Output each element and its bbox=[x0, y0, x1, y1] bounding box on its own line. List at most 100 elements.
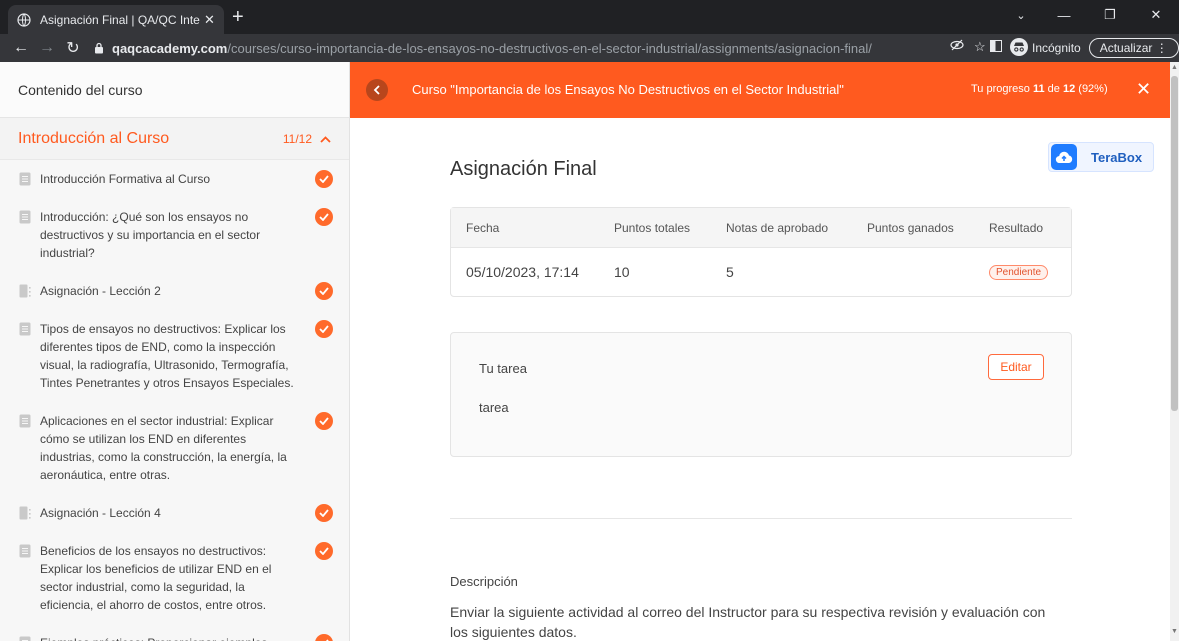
task-text: tarea bbox=[479, 400, 509, 415]
incognito-indicator[interactable]: Incógnito bbox=[1010, 37, 1081, 59]
check-complete-icon bbox=[315, 634, 333, 641]
lesson-item[interactable]: Asignación - Lección 2 bbox=[0, 272, 349, 310]
table-row: 05/10/2023, 17:14 10 5 Pendiente bbox=[451, 248, 1071, 296]
lesson-label: Introducción Formativa al Curso bbox=[40, 172, 211, 186]
progress-total: 12 bbox=[1062, 83, 1076, 95]
sidebar-header: Contenido del curso bbox=[0, 62, 349, 118]
lesson-label: Tipos de ensayos no destructivos: Explic… bbox=[40, 322, 294, 390]
document-icon bbox=[19, 322, 31, 336]
lock-icon bbox=[92, 41, 106, 55]
section-header[interactable]: Introducción al Curso 11/12 bbox=[0, 118, 349, 160]
chevron-up-icon[interactable] bbox=[320, 132, 331, 146]
tab-search-icon[interactable]: ⌄ bbox=[1001, 0, 1041, 30]
more-menu-icon: ⋮ bbox=[1155, 41, 1168, 55]
check-complete-icon bbox=[315, 170, 333, 188]
terabox-button[interactable]: TeraBox bbox=[1048, 142, 1154, 172]
progress-percent: (92%) bbox=[1075, 83, 1108, 95]
minimize-icon[interactable]: — bbox=[1041, 0, 1087, 30]
scroll-up-icon[interactable]: ▲ bbox=[1171, 64, 1178, 71]
lesson-label: Asignación - Lección 2 bbox=[40, 284, 161, 298]
course-sidebar: Contenido del curso Introducción al Curs… bbox=[0, 62, 350, 641]
divider bbox=[450, 518, 1072, 519]
check-complete-icon bbox=[315, 504, 333, 522]
results-table: Fecha Puntos totales Notas de aprobado P… bbox=[450, 207, 1072, 297]
course-progress: Tu progreso 11 de 12 (92%) bbox=[971, 83, 1108, 95]
tab-close-icon[interactable]: ✕ bbox=[204, 12, 215, 28]
window-controls: ⌄ — ❐ ✕ bbox=[1001, 0, 1179, 34]
lesson-item[interactable]: Ejemplos prácticos: Proporcionar ejemplo… bbox=[0, 624, 349, 641]
lesson-label: Introducción: ¿Qué son los ensayos no de… bbox=[40, 210, 261, 260]
browser-tab-bar: Asignación Final | QA/QC Internacional ✕… bbox=[0, 0, 1179, 34]
page-scrollbar[interactable]: ▲ ▼ bbox=[1170, 62, 1179, 641]
description-text: Enviar la siguiente actividad al correo … bbox=[450, 604, 1046, 640]
check-complete-icon bbox=[315, 208, 333, 226]
back-arrow-icon[interactable]: ← bbox=[8, 35, 34, 61]
check-complete-icon bbox=[315, 412, 333, 430]
column-header-notas-aprobado: Notas de aprobado bbox=[726, 220, 829, 235]
course-topbar: Curso "Importancia de los Ensayos No Des… bbox=[350, 62, 1170, 118]
lesson-label: Aplicaciones en el sector industrial: Ex… bbox=[40, 414, 287, 482]
edit-button[interactable]: Editar bbox=[988, 354, 1044, 380]
status-badge: Pendiente bbox=[989, 264, 1049, 280]
main-content: Curso "Importancia de los Ensayos No Des… bbox=[350, 62, 1170, 641]
cell-fecha: 05/10/2023, 17:14 bbox=[466, 264, 579, 280]
column-header-resultado: Resultado bbox=[989, 220, 1044, 235]
scrollbar-thumb[interactable] bbox=[1171, 76, 1178, 411]
update-browser-button[interactable]: Actualizar ⋮ bbox=[1088, 38, 1179, 58]
cell-puntos-totales: 10 bbox=[614, 264, 630, 280]
cloud-upload-icon bbox=[1051, 144, 1077, 170]
lesson-item[interactable]: Aplicaciones en el sector industrial: Ex… bbox=[0, 402, 349, 494]
lesson-label: Ejemplos prácticos: Proporcionar ejemplo… bbox=[40, 636, 267, 641]
table-header: Fecha Puntos totales Notas de aprobado P… bbox=[451, 208, 1071, 248]
browser-tab[interactable]: Asignación Final | QA/QC Internacional ✕ bbox=[8, 5, 224, 34]
update-label: Actualizar bbox=[1099, 41, 1153, 55]
address-bar[interactable]: qaqcacademy.com/courses/curso-importanci… bbox=[92, 37, 980, 59]
progress-prefix: Tu progreso bbox=[971, 83, 1033, 95]
omnibox-icons: ☆ bbox=[950, 38, 986, 55]
task-box: Tu tarea tarea Editar bbox=[450, 332, 1072, 457]
document-icon bbox=[19, 414, 31, 428]
tab-title: Asignación Final | QA/QC Internacional bbox=[40, 12, 200, 27]
lesson-item[interactable]: Asignación - Lección 4 bbox=[0, 494, 349, 532]
course-title: Curso "Importancia de los Ensayos No Des… bbox=[412, 82, 844, 97]
tracking-protection-icon[interactable] bbox=[950, 38, 964, 55]
side-panel-icon[interactable] bbox=[990, 39, 1002, 57]
assignment-icon bbox=[19, 506, 31, 520]
document-icon bbox=[19, 636, 31, 641]
page-title: Asignación Final bbox=[450, 158, 597, 180]
globe-icon bbox=[16, 12, 32, 28]
close-course-icon[interactable]: ✕ bbox=[1136, 79, 1151, 100]
check-complete-icon bbox=[315, 320, 333, 338]
lesson-item[interactable]: Introducción: ¿Qué son los ensayos no de… bbox=[0, 198, 349, 272]
document-icon bbox=[19, 544, 31, 558]
forward-arrow-icon[interactable]: → bbox=[34, 35, 60, 61]
document-icon bbox=[19, 172, 31, 186]
lesson-item[interactable]: Introducción Formativa al Curso bbox=[0, 160, 349, 198]
reload-icon[interactable]: ↻ bbox=[60, 35, 86, 61]
lesson-item[interactable]: Tipos de ensayos no destructivos: Explic… bbox=[0, 310, 349, 402]
back-chevron-icon[interactable] bbox=[366, 79, 388, 101]
window-close-icon[interactable]: ✕ bbox=[1133, 0, 1179, 30]
new-tab-button[interactable]: + bbox=[232, 7, 244, 27]
lesson-label: Beneficios de los ensayos no destructivo… bbox=[40, 544, 272, 612]
restore-icon[interactable]: ❐ bbox=[1087, 0, 1133, 30]
progress-done: 11 bbox=[1032, 83, 1045, 95]
bookmark-star-icon[interactable]: ☆ bbox=[974, 39, 986, 55]
assignment-icon bbox=[19, 284, 31, 298]
browser-toolbar: ← → ↻ qaqcacademy.com/courses/curso-impo… bbox=[0, 34, 1179, 62]
scroll-down-icon[interactable]: ▼ bbox=[1171, 628, 1178, 635]
check-complete-icon bbox=[315, 282, 333, 300]
lesson-label: Asignación - Lección 4 bbox=[40, 506, 161, 520]
lesson-list: Introducción Formativa al Curso Introducc… bbox=[0, 160, 349, 641]
url-text: qaqcacademy.com/courses/curso-importanci… bbox=[112, 40, 872, 56]
check-complete-icon bbox=[315, 542, 333, 560]
lesson-item[interactable]: Beneficios de los ensayos no destructivo… bbox=[0, 532, 349, 624]
section-count: 11/12 bbox=[282, 131, 312, 146]
column-header-puntos-ganados: Puntos ganados bbox=[867, 220, 954, 235]
column-header-puntos-totales: Puntos totales bbox=[614, 220, 691, 235]
description-label: Descripción bbox=[450, 574, 518, 589]
section-title: Introducción al Curso bbox=[18, 129, 170, 147]
task-label: Tu tarea bbox=[479, 361, 527, 376]
document-icon bbox=[19, 210, 31, 224]
cell-resultado: Pendiente bbox=[989, 248, 1049, 296]
